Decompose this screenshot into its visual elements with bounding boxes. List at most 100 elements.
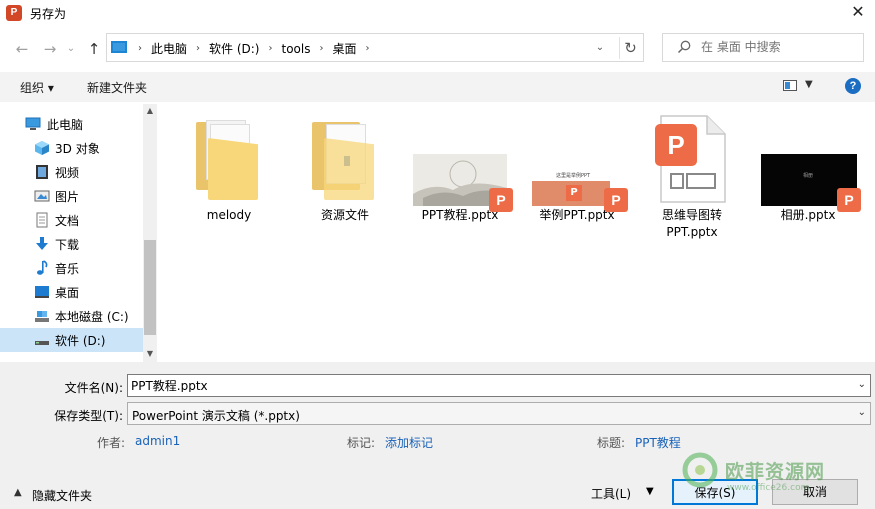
new-folder-button[interactable]: 新建文件夹 [87, 79, 147, 96]
sidebar-item-drive-c[interactable]: 本地磁盘 (C:) [0, 304, 143, 328]
drive-icon [34, 308, 50, 324]
author-label: 作者: [97, 436, 126, 450]
chevron-down-icon[interactable]: ⌄ [858, 379, 866, 390]
file-name-line2: PPT.pptx [666, 225, 718, 239]
address-bar[interactable]: › 此电脑 › 软件 (D:) › tools › 桌面 › ⌄ ↻ [106, 33, 644, 62]
forward-arrow-icon[interactable]: → [39, 38, 61, 60]
title-label: 标题: [597, 436, 626, 450]
pc-icon [25, 116, 41, 132]
drive-icon [34, 332, 50, 348]
scroll-down-icon[interactable]: ▼ [143, 347, 157, 361]
back-arrow-icon[interactable]: ← [11, 38, 33, 60]
scrollbar-thumb[interactable] [144, 240, 156, 335]
powerpoint-icon: P [6, 5, 22, 21]
picture-icon [34, 188, 50, 204]
tools-menu[interactable]: 工具(L) [591, 485, 631, 502]
sidebar-item-this-pc[interactable]: 此电脑 [0, 112, 143, 136]
sidebar-item-pictures[interactable]: 图片 [0, 184, 143, 208]
sidebar-item-videos[interactable]: 视频 [0, 160, 143, 184]
file-item-melody[interactable]: melody [174, 112, 284, 232]
video-icon [34, 164, 50, 180]
file-name: 举例PPT.pptx [539, 208, 615, 222]
chevron-right-icon[interactable]: › [268, 43, 272, 54]
file-item-resources[interactable]: 资源文件 [290, 112, 400, 232]
file-item-mindmap-ppt[interactable]: P 思维导图转 PPT.pptx [637, 112, 747, 239]
chevron-right-icon[interactable]: › [196, 43, 200, 54]
author-value[interactable]: admin1 [135, 434, 180, 448]
filename-label: 文件名(N): [64, 381, 123, 395]
sidebar-item-drive-d[interactable]: 软件 (D:) [0, 328, 143, 352]
sidebar-item-3d-objects[interactable]: 3D 对象 [0, 136, 143, 160]
file-name: 相册.pptx [780, 208, 836, 222]
chevron-down-icon[interactable]: ⌄ [858, 407, 866, 418]
sidebar-item-downloads[interactable]: 下载 [0, 232, 143, 256]
sidebar-item-label: 图片 [55, 190, 80, 204]
desktop-icon [34, 284, 50, 300]
file-item-album[interactable]: 相册 P 相册.pptx [753, 112, 863, 232]
file-name: PPT教程.pptx [421, 208, 499, 222]
folder-icon [196, 118, 262, 206]
tags-label: 标记: [347, 436, 376, 450]
filename-field[interactable]: ⌄ [127, 374, 871, 397]
computer-icon [111, 41, 127, 53]
sidebar-item-label: 此电脑 [47, 118, 84, 132]
chevron-right-icon[interactable]: › [319, 43, 323, 54]
recent-locations-chevron-icon[interactable]: ⌄ [60, 38, 82, 60]
file-item-ppt-tutorial[interactable]: P PPT教程.pptx [405, 112, 515, 232]
title-bar: P 另存为 ✕ [0, 0, 875, 26]
close-button[interactable]: ✕ [841, 0, 875, 26]
scroll-up-icon[interactable]: ▲ [143, 104, 157, 118]
chevron-down-icon[interactable]: ⌄ [591, 39, 609, 57]
sidebar-item-label: 桌面 [55, 286, 80, 300]
sidebar-item-label: 视频 [55, 166, 80, 180]
view-options-icon[interactable] [783, 80, 797, 91]
sidebar-item-label: 下载 [55, 238, 80, 252]
folder-icon [312, 118, 378, 206]
chevron-up-icon[interactable]: ▲ [14, 487, 22, 498]
breadcrumb-pc[interactable]: 此电脑 [151, 40, 187, 57]
tools-dropdown-arrow[interactable]: ▼ [646, 486, 654, 497]
filetype-value: PowerPoint 演示文稿 (*.pptx) [132, 409, 300, 423]
sidebar-item-label: 音乐 [55, 262, 80, 276]
search-input[interactable] [701, 40, 851, 54]
cube-icon [34, 140, 50, 156]
sidebar-item-label: 3D 对象 [55, 142, 100, 156]
chevron-down-icon[interactable]: ▼ [805, 79, 813, 90]
file-name: 思维导图转 [661, 208, 722, 222]
slide-thumbnail: P [413, 154, 513, 212]
filetype-select[interactable]: PowerPoint 演示文稿 (*.pptx) ⌄ [127, 402, 871, 425]
breadcrumb-drive-d[interactable]: 软件 (D:) [209, 40, 259, 57]
hide-folders-toggle[interactable]: 隐藏文件夹 [32, 487, 92, 504]
slide-thumbnail: 这里是举例PPT P P [532, 168, 628, 212]
title-value[interactable]: PPT教程 [635, 434, 681, 451]
music-icon [34, 260, 50, 276]
chevron-right-icon[interactable]: › [365, 43, 369, 54]
tags-value[interactable]: 添加标记 [385, 434, 433, 451]
search-box[interactable] [662, 33, 864, 62]
breadcrumb-desktop[interactable]: 桌面 [332, 40, 356, 57]
breadcrumb: › 此电脑 › 软件 (D:) › tools › 桌面 › [129, 40, 378, 57]
file-item-example-ppt[interactable]: 这里是举例PPT P P 举例PPT.pptx [522, 112, 632, 232]
refresh-icon[interactable]: ↻ [619, 37, 641, 59]
sidebar-item-music[interactable]: 音乐 [0, 256, 143, 280]
help-icon[interactable]: ? [845, 78, 861, 94]
up-arrow-icon[interactable]: ↑ [83, 38, 105, 60]
sidebar-item-documents[interactable]: 文档 [0, 208, 143, 232]
breadcrumb-tools[interactable]: tools [281, 42, 310, 56]
sidebar-item-label: 文档 [55, 214, 80, 228]
filetype-label: 保存类型(T): [54, 409, 123, 423]
organize-menu[interactable]: 组织 ▾ [20, 79, 54, 96]
file-name: 资源文件 [320, 208, 369, 222]
sidebar-item-label: 软件 (D:) [55, 334, 106, 348]
slide-thumbnail: 相册 P [761, 154, 861, 212]
sidebar-item-desktop[interactable]: 桌面 [0, 280, 143, 304]
filename-input[interactable] [131, 378, 831, 392]
powerpoint-badge-icon: P [655, 124, 697, 166]
toolbar: 组织 ▾ 新建文件夹 ▼ [0, 72, 875, 102]
watermark-url: www.office26.com [727, 483, 810, 493]
file-name: melody [206, 208, 252, 222]
download-icon [34, 236, 50, 252]
sidebar-item-label: 本地磁盘 (C:) [55, 310, 129, 324]
pptx-file-icon: P [655, 114, 727, 204]
search-icon [677, 40, 691, 54]
